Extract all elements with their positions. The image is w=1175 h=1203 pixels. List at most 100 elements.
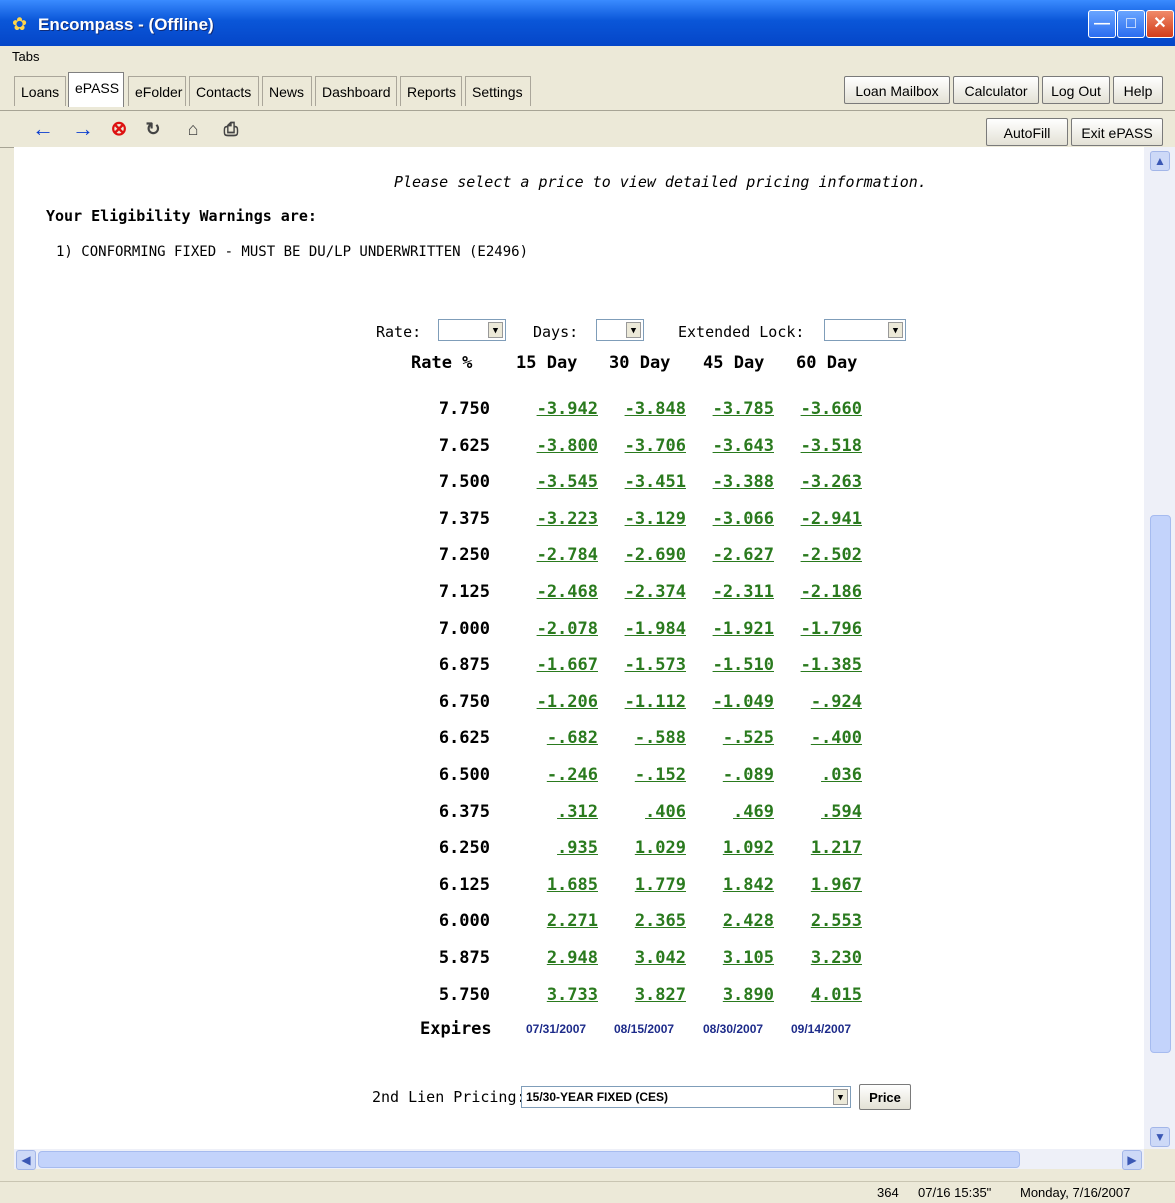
price-45-day-link[interactable]: 3.105	[723, 948, 774, 968]
price-30-day-link[interactable]: 3.042	[635, 948, 686, 968]
price-60-day-link[interactable]: -.400	[811, 728, 862, 748]
price-15-day-link[interactable]: -3.942	[537, 399, 598, 419]
minimize-button[interactable]: —	[1088, 10, 1116, 38]
price-15-day-link[interactable]: -3.545	[537, 472, 598, 492]
exit-epass-button[interactable]: Exit ePASS	[1071, 118, 1163, 146]
price-30-day-link[interactable]: -3.848	[625, 399, 686, 419]
price-45-day-link[interactable]: -.525	[723, 728, 774, 748]
extended-lock-select[interactable]: ▼	[824, 319, 906, 341]
price-15-day-link[interactable]: -.682	[547, 728, 598, 748]
price-30-day-link[interactable]: 3.827	[635, 985, 686, 1005]
price-30-day-link[interactable]: 1.779	[635, 875, 686, 895]
menu-tabs[interactable]: Tabs	[12, 49, 39, 64]
loan-mailbox-button[interactable]: Loan Mailbox	[844, 76, 950, 104]
maximize-button[interactable]: □	[1117, 10, 1145, 38]
price-45-day-link[interactable]: .469	[733, 802, 774, 822]
price-60-day-link[interactable]: -3.660	[801, 399, 862, 419]
price-45-day-link[interactable]: -2.627	[713, 545, 774, 565]
price-60-day-link[interactable]: 3.230	[811, 948, 862, 968]
price-60-day-link[interactable]: -1.385	[801, 655, 862, 675]
calculator-button[interactable]: Calculator	[953, 76, 1039, 104]
price-15-day-link[interactable]: -1.667	[537, 655, 598, 675]
tab-settings[interactable]: Settings	[465, 76, 531, 106]
refresh-icon[interactable]: ↻	[140, 117, 166, 141]
price-15-day-link[interactable]: -2.468	[537, 582, 598, 602]
price-button[interactable]: Price	[859, 1084, 911, 1110]
price-30-day-link[interactable]: -3.706	[625, 436, 686, 456]
price-45-day-link[interactable]: -3.388	[713, 472, 774, 492]
price-30-day-link[interactable]: -2.690	[625, 545, 686, 565]
forward-arrow-icon[interactable]: →	[70, 117, 96, 141]
price-45-day-link[interactable]: -1.510	[713, 655, 774, 675]
price-60-day-link[interactable]: .594	[821, 802, 862, 822]
price-30-day-link[interactable]: -.152	[635, 765, 686, 785]
vertical-scroll-thumb[interactable]	[1150, 515, 1171, 1053]
price-15-day-link[interactable]: -.246	[547, 765, 598, 785]
price-45-day-link[interactable]: -3.066	[713, 509, 774, 529]
price-30-day-link[interactable]: -1.112	[625, 692, 686, 712]
price-30-day-link[interactable]: -2.374	[625, 582, 686, 602]
tab-news[interactable]: News	[262, 76, 312, 106]
price-60-day-link[interactable]: -2.502	[801, 545, 862, 565]
price-60-day-link[interactable]: 1.967	[811, 875, 862, 895]
tab-contacts[interactable]: Contacts	[189, 76, 259, 106]
horizontal-scrollbar[interactable]: ◀ ▶	[14, 1149, 1144, 1170]
price-45-day-link[interactable]: -1.921	[713, 619, 774, 639]
price-30-day-link[interactable]: 2.365	[635, 911, 686, 931]
scroll-right-icon[interactable]: ▶	[1122, 1150, 1142, 1170]
price-45-day-link[interactable]: -3.785	[713, 399, 774, 419]
price-15-day-link[interactable]: -2.784	[537, 545, 598, 565]
price-60-day-link[interactable]: -2.941	[801, 509, 862, 529]
price-45-day-link[interactable]: 1.092	[723, 838, 774, 858]
price-45-day-link[interactable]: -3.643	[713, 436, 774, 456]
price-45-day-link[interactable]: 2.428	[723, 911, 774, 931]
tab-efolder[interactable]: eFolder	[128, 76, 186, 106]
price-15-day-link[interactable]: -3.800	[537, 436, 598, 456]
price-45-day-link[interactable]: -2.311	[713, 582, 774, 602]
help-button[interactable]: Help	[1113, 76, 1163, 104]
price-60-day-link[interactable]: 4.015	[811, 985, 862, 1005]
price-30-day-link[interactable]: 1.029	[635, 838, 686, 858]
price-15-day-link[interactable]: .312	[557, 802, 598, 822]
tab-loans[interactable]: Loans	[14, 76, 66, 106]
stop-icon[interactable]: ⊗	[106, 117, 132, 141]
price-60-day-link[interactable]: -3.518	[801, 436, 862, 456]
rate-select[interactable]: ▼	[438, 319, 506, 341]
price-45-day-link[interactable]: 1.842	[723, 875, 774, 895]
days-select[interactable]: ▼	[596, 319, 644, 341]
scroll-left-icon[interactable]: ◀	[16, 1150, 36, 1170]
price-15-day-link[interactable]: -3.223	[537, 509, 598, 529]
price-15-day-link[interactable]: -1.206	[537, 692, 598, 712]
log-out-button[interactable]: Log Out	[1042, 76, 1110, 104]
price-60-day-link[interactable]: -3.263	[801, 472, 862, 492]
price-30-day-link[interactable]: -3.451	[625, 472, 686, 492]
price-15-day-link[interactable]: .935	[557, 838, 598, 858]
price-30-day-link[interactable]: -1.984	[625, 619, 686, 639]
home-icon[interactable]: ⌂	[180, 117, 206, 141]
tab-dashboard[interactable]: Dashboard	[315, 76, 397, 106]
price-15-day-link[interactable]: 2.948	[547, 948, 598, 968]
price-30-day-link[interactable]: -1.573	[625, 655, 686, 675]
autofill-button[interactable]: AutoFill	[986, 118, 1068, 146]
back-arrow-icon[interactable]: ←	[30, 117, 56, 141]
price-60-day-link[interactable]: -2.186	[801, 582, 862, 602]
close-button[interactable]: ✕	[1146, 10, 1174, 38]
tab-epass[interactable]: ePASS	[68, 72, 124, 107]
price-45-day-link[interactable]: 3.890	[723, 985, 774, 1005]
price-30-day-link[interactable]: -.588	[635, 728, 686, 748]
price-60-day-link[interactable]: .036	[821, 765, 862, 785]
price-15-day-link[interactable]: 2.271	[547, 911, 598, 931]
price-60-day-link[interactable]: -1.796	[801, 619, 862, 639]
price-60-day-link[interactable]: 2.553	[811, 911, 862, 931]
print-icon[interactable]: ⎙	[218, 117, 244, 141]
price-15-day-link[interactable]: 3.733	[547, 985, 598, 1005]
price-45-day-link[interactable]: -1.049	[713, 692, 774, 712]
price-30-day-link[interactable]: -3.129	[625, 509, 686, 529]
price-15-day-link[interactable]: 1.685	[547, 875, 598, 895]
price-60-day-link[interactable]: 1.217	[811, 838, 862, 858]
price-45-day-link[interactable]: -.089	[723, 765, 774, 785]
vertical-scrollbar[interactable]: ▲ ▼	[1144, 147, 1175, 1149]
price-60-day-link[interactable]: -.924	[811, 692, 862, 712]
second-lien-select[interactable]: 15/30-YEAR FIXED (CES) ▼	[521, 1086, 851, 1108]
scroll-down-icon[interactable]: ▼	[1150, 1127, 1170, 1147]
